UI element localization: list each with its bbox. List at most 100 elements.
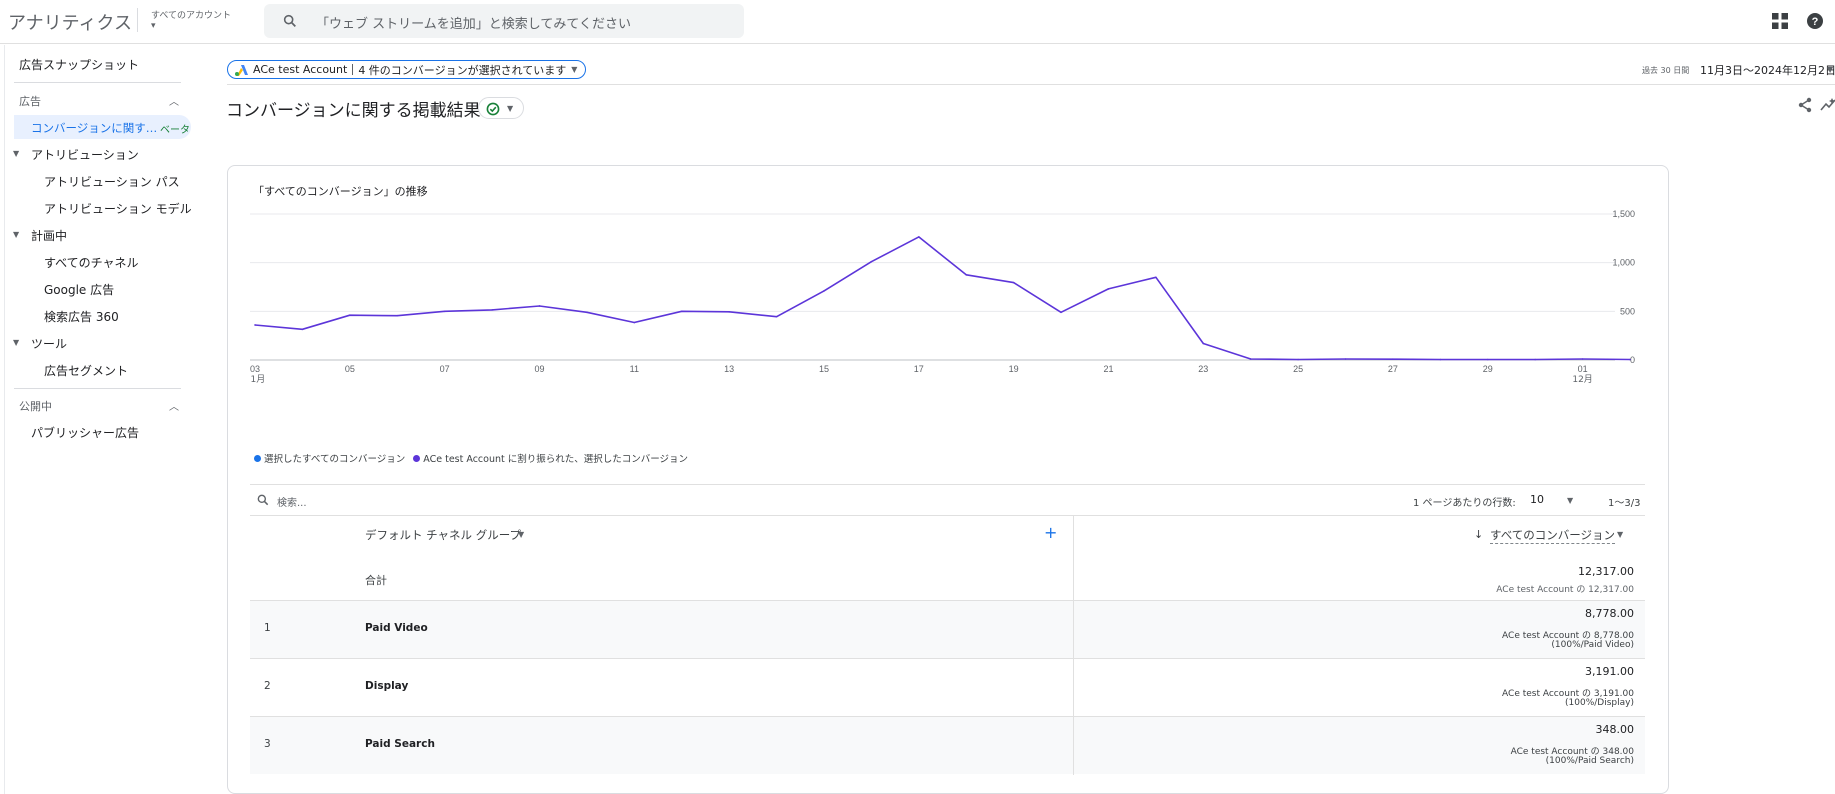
row-index: 3: [264, 738, 271, 750]
x-tick-label: 21: [1103, 364, 1113, 374]
row-name: Display: [365, 680, 409, 692]
sidebar-item-sa360[interactable]: 検索広告 360: [44, 308, 119, 325]
date-range[interactable]: 11月3日～2024年12月2日: [1700, 62, 1835, 78]
table-search-input[interactable]: 検索...: [277, 494, 307, 509]
data-point: [1629, 358, 1631, 361]
row-sub: (100%/Paid Video): [1551, 640, 1634, 650]
data-point: [1439, 358, 1442, 361]
share-icon[interactable]: [1797, 97, 1813, 113]
account-selector-label[interactable]: すべてのアカウント: [151, 8, 231, 21]
insights-icon[interactable]: [1820, 97, 1835, 113]
total-value: 12,317.00: [1578, 565, 1634, 578]
legend-dot: [413, 454, 421, 462]
x-tick-label: 01: [1578, 364, 1588, 374]
data-point: [870, 260, 873, 263]
caret-down-icon[interactable]: ▼: [13, 149, 19, 158]
beta-badge: ベータ: [160, 125, 190, 136]
data-point: [633, 321, 636, 324]
google-ads-icon: [235, 64, 248, 76]
chart-legend: 選択したすべてのコンバージョン ACe test Account に割り振られた…: [254, 451, 688, 465]
legend-label: ACe test Account に割り振られた、選択したコンバージョン: [423, 454, 689, 465]
page-title: コンバージョンに関する掲載結果: [226, 101, 481, 121]
data-point: [443, 310, 446, 313]
add-dimension-button[interactable]: +: [1044, 523, 1057, 542]
search-icon: [283, 14, 296, 27]
column-divider: [1073, 659, 1074, 717]
sidebar-item-attribution[interactable]: アトリビューション: [31, 146, 139, 163]
data-point: [491, 309, 493, 311]
metric-header[interactable]: すべてのコンバージョン: [1490, 527, 1616, 544]
x-tick-label: 27: [1388, 364, 1398, 374]
data-point: [1012, 281, 1015, 284]
data-point: [1249, 358, 1252, 360]
series-line: [254, 236, 1631, 361]
status-menu[interactable]: ▼: [478, 97, 524, 119]
conversions-selected: 4 件のコンバージョンが選択されています: [358, 63, 567, 77]
top-bar: アナリティクス すべてのアカウント ▾ 「ウェブ ストリームを追加」と検索してみ…: [0, 0, 1835, 44]
divider: [352, 64, 354, 75]
legend-item[interactable]: ACe test Account に割り振られた、選択したコンバージョン: [413, 451, 688, 465]
data-point: [1107, 288, 1110, 290]
caret-down-icon[interactable]: ▼: [1567, 496, 1573, 505]
svg-text:?: ?: [1812, 16, 1819, 28]
search-input[interactable]: 「ウェブ ストリームを追加」と検索してみてください: [264, 4, 744, 38]
column-divider: [1073, 601, 1074, 659]
data-point: [1297, 358, 1299, 361]
sort-arrow-icon[interactable]: ↓: [1474, 528, 1483, 541]
divider: [250, 515, 1645, 516]
sidebar-section-ads[interactable]: 広告: [19, 93, 41, 109]
data-point: [1392, 358, 1394, 361]
data-point: [1486, 358, 1489, 361]
chevron-up-icon[interactable]: ︿: [169, 93, 179, 108]
sidebar-item-publisher-ads[interactable]: パブリッシャー広告: [31, 424, 139, 441]
check-circle-icon: [486, 102, 500, 116]
app-title[interactable]: アナリティクス: [8, 9, 132, 35]
sidebar-item-planning[interactable]: 計画中: [31, 227, 67, 244]
divider: [227, 84, 1835, 85]
row-index: 1: [264, 622, 271, 634]
y-tick-label: 500: [1620, 306, 1635, 316]
data-point: [396, 314, 399, 317]
table-row[interactable]: 2 Display 3,191.00 ACe test Account の 3,…: [250, 658, 1645, 717]
x-tick-label: 19: [1009, 364, 1019, 374]
table-row[interactable]: 3 Paid Search 348.00 ACe test Account の …: [250, 716, 1645, 775]
data-point: [680, 310, 683, 313]
row-name: Paid Search: [365, 738, 435, 750]
sidebar-item-attribution-models[interactable]: アトリビューション モデル: [44, 200, 192, 217]
caret-down-icon[interactable]: ▼: [13, 338, 19, 347]
date-range-prefix[interactable]: 過去 30 日間: [1642, 65, 1689, 76]
sidebar-item-google-ads[interactable]: Google 広告: [44, 281, 114, 298]
sidebar-item-ad-snapshot[interactable]: 広告スナップショット: [19, 56, 139, 73]
search-icon: [257, 494, 269, 506]
caret-down-icon[interactable]: ▼: [13, 230, 19, 239]
sidebar-item-conversions[interactable]: コンバージョンに関す…: [31, 120, 157, 136]
caret-down-icon: ▼: [571, 65, 578, 74]
sidebar-item-tools[interactable]: ツール: [31, 335, 67, 352]
sidebar-item-attribution-paths[interactable]: アトリビューション パス: [44, 173, 180, 190]
x-tick-label: 25: [1293, 364, 1303, 374]
legend-dot: [254, 454, 261, 462]
rows-per-page-select[interactable]: 10: [1530, 493, 1544, 506]
sidebar-section-publish[interactable]: 公開中: [19, 398, 52, 414]
divider: [14, 82, 181, 83]
caret-down-icon[interactable]: ▼: [518, 530, 524, 539]
apps-grid-icon[interactable]: [1771, 12, 1789, 30]
divider: [250, 484, 1645, 485]
sidebar-item-ad-segments[interactable]: 広告セグメント: [44, 362, 128, 379]
chevron-up-icon[interactable]: ︿: [169, 398, 179, 413]
data-point: [1581, 358, 1584, 360]
legend-label: 選択したすべてのコンバージョン: [264, 454, 406, 465]
dimension-header[interactable]: デフォルト チャネル グループ: [365, 527, 521, 543]
comparison-chip[interactable]: ACe test Account 4 件のコンバージョンが選択されています ▼: [227, 60, 587, 79]
chevron-down-icon[interactable]: ▾: [151, 21, 156, 31]
sidebar-edge: [4, 45, 5, 794]
table-row[interactable]: 1 Paid Video 8,778.00 ACe test Account の…: [250, 600, 1645, 659]
caret-down-icon[interactable]: ▼: [1617, 530, 1623, 539]
total-sub: ACe test Account の 12,317.00: [1496, 585, 1634, 595]
legend-item[interactable]: 選択したすべてのコンバージョン: [254, 451, 405, 465]
caret-down-icon[interactable]: ▼: [1827, 65, 1833, 74]
sidebar-item-all-channels[interactable]: すべてのチャネル: [44, 254, 139, 271]
data-point: [775, 315, 778, 318]
x-tick-label: 17: [914, 364, 924, 374]
help-icon[interactable]: ?: [1806, 12, 1824, 30]
